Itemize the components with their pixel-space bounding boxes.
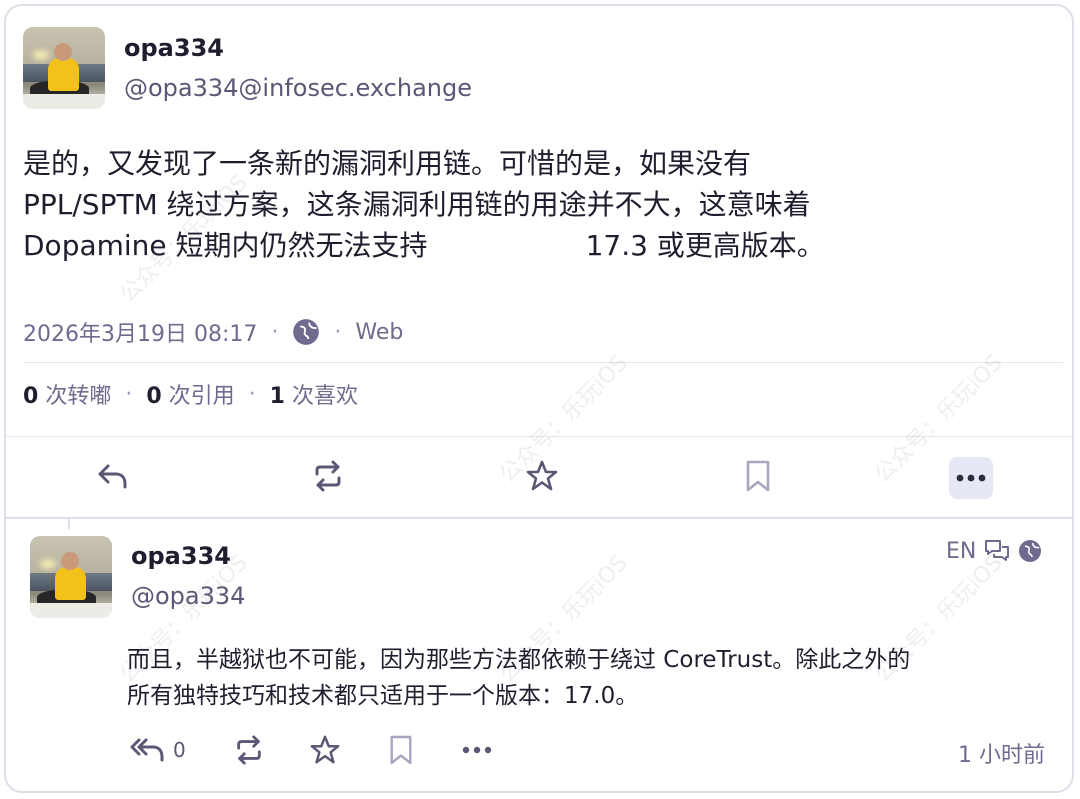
- content-line: PPL/SPTM 绕过方案，这条漏洞利用链的用途并不大，这意味着: [23, 188, 811, 221]
- post-meta: 2026年3月19日 08:17 · · Web: [23, 316, 403, 348]
- divider: [23, 362, 1063, 363]
- bookmark-icon[interactable]: [736, 454, 780, 498]
- boost-icon[interactable]: [229, 730, 269, 770]
- author-handle[interactable]: @opa334@infosec.exchange: [124, 74, 472, 102]
- reply-icon[interactable]: [91, 454, 135, 498]
- favourites-stat[interactable]: 1 次喜欢: [270, 378, 358, 410]
- more-icon[interactable]: [457, 730, 497, 770]
- reply-meta: EN: [946, 536, 1042, 566]
- globe-icon: [292, 318, 320, 346]
- post-source: Web: [355, 319, 404, 345]
- reply-all-button[interactable]: 0: [129, 730, 186, 770]
- star-icon[interactable]: [305, 730, 345, 770]
- author-avatar[interactable]: [23, 27, 105, 109]
- divider: [6, 517, 1072, 519]
- post-stats: 0 次转嘟 · 0 次引用 · 1 次喜欢: [23, 378, 358, 410]
- translate-icon[interactable]: [984, 539, 1010, 563]
- language-badge: EN: [946, 538, 977, 564]
- boosts-stat[interactable]: 0 次转嘟: [23, 378, 111, 410]
- content-line: 而且，半越狱也不可能，因为那些方法都依赖于绕过 CoreTrust。除此之外的: [127, 647, 911, 673]
- post-card: opa334 @opa334@infosec.exchange 是的，又发现了一…: [4, 4, 1074, 793]
- content-line: 所有独特技巧和技术都只适用于一个版本：17.0。: [127, 683, 639, 709]
- more-icon[interactable]: [949, 457, 993, 499]
- reply-all-icon: [129, 736, 167, 764]
- reply-relative-time[interactable]: 1 小时前: [958, 737, 1045, 769]
- star-icon[interactable]: [520, 454, 564, 498]
- boost-icon[interactable]: [306, 454, 350, 498]
- reply-content: 而且，半越狱也不可能，因为那些方法都依赖于绕过 CoreTrust。除此之外的 …: [127, 642, 1067, 714]
- post-timestamp[interactable]: 2026年3月19日 08:17: [23, 316, 257, 348]
- post-content: 是的，又发现了一条新的漏洞利用链。可惜的是，如果没有 PPL/SPTM 绕过方案…: [23, 143, 1063, 266]
- bookmark-icon[interactable]: [381, 730, 421, 770]
- globe-icon: [1018, 539, 1042, 563]
- divider: [6, 436, 1072, 437]
- thread-line: [68, 519, 70, 529]
- author-name[interactable]: opa334: [124, 34, 224, 62]
- content-line: Dopamine 短期内仍然无法支持 17.3 或更高版本。: [23, 229, 825, 262]
- content-line: 是的，又发现了一条新的漏洞利用链。可惜的是，如果没有: [23, 147, 752, 180]
- quotes-stat[interactable]: 0 次引用: [146, 378, 234, 410]
- reply-author-avatar[interactable]: [30, 536, 112, 618]
- reply-author-handle[interactable]: @opa334: [131, 582, 245, 610]
- reply-count: 0: [173, 738, 186, 762]
- reply-author-name[interactable]: opa334: [131, 542, 231, 570]
